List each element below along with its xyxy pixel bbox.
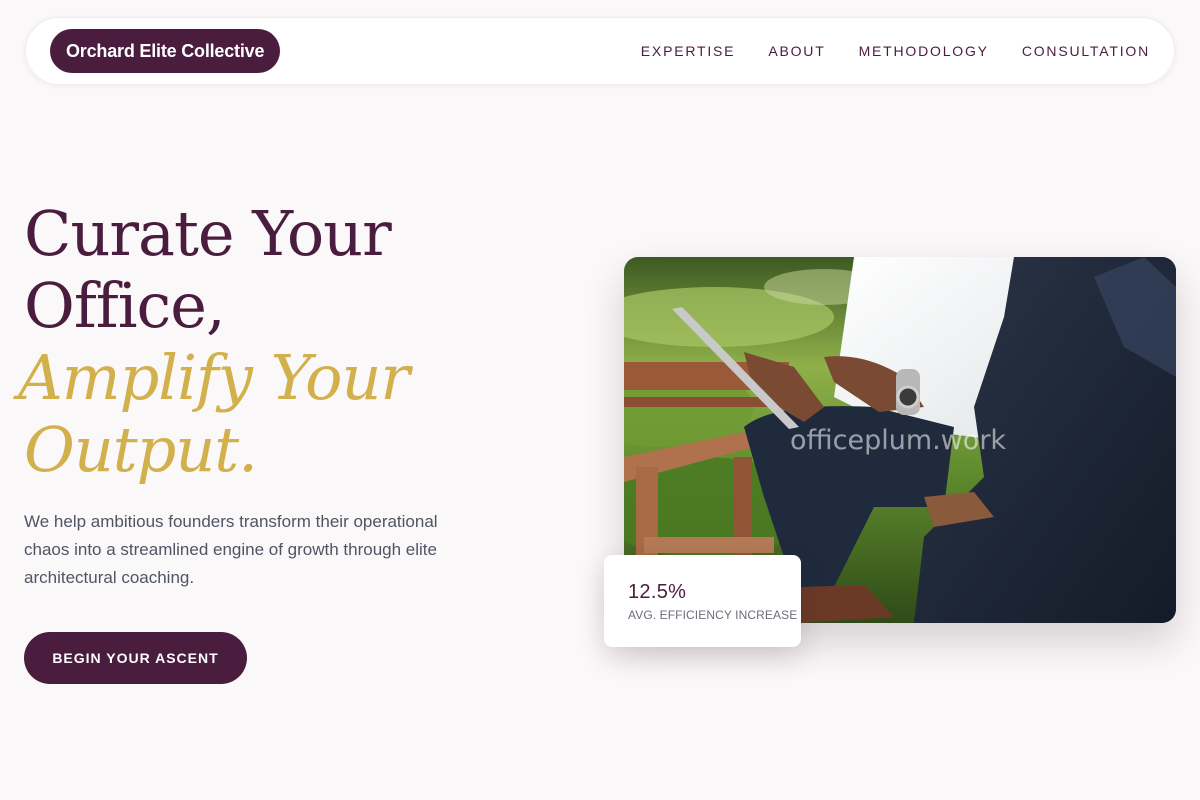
nav-link-methodology[interactable]: METHODOLOGY <box>859 43 989 59</box>
efficiency-stat-card: 12.5% AVG. EFFICIENCY INCREASE <box>604 555 801 647</box>
stat-label: AVG. EFFICIENCY INCREASE <box>628 608 798 622</box>
top-navigation: Orchard Elite Collective EXPERTISE ABOUT… <box>25 17 1175 85</box>
begin-ascent-button[interactable]: BEGIN YOUR ASCENT <box>24 632 247 684</box>
headline-accent-line-2: Output. <box>24 413 258 486</box>
image-watermark: officeplum.work <box>790 425 1007 456</box>
stat-value: 12.5% <box>628 581 687 603</box>
headline-line-1: Curate Your <box>24 197 392 270</box>
nav-links: EXPERTISE ABOUT METHODOLOGY CONSULTATION <box>641 18 1150 84</box>
headline-line-2: Office, <box>24 269 226 342</box>
nav-link-consultation[interactable]: CONSULTATION <box>1022 43 1150 59</box>
nav-link-about[interactable]: ABOUT <box>768 43 825 59</box>
brand-logo-button[interactable]: Orchard Elite Collective <box>50 29 281 73</box>
hero-description: We help ambitious founders transform the… <box>24 512 438 587</box>
nav-link-expertise[interactable]: EXPERTISE <box>641 43 736 59</box>
headline-accent-line-1: Amplify Your <box>18 341 410 414</box>
hero-headline: Curate Your Office, Amplify Your Output. <box>18 197 410 486</box>
